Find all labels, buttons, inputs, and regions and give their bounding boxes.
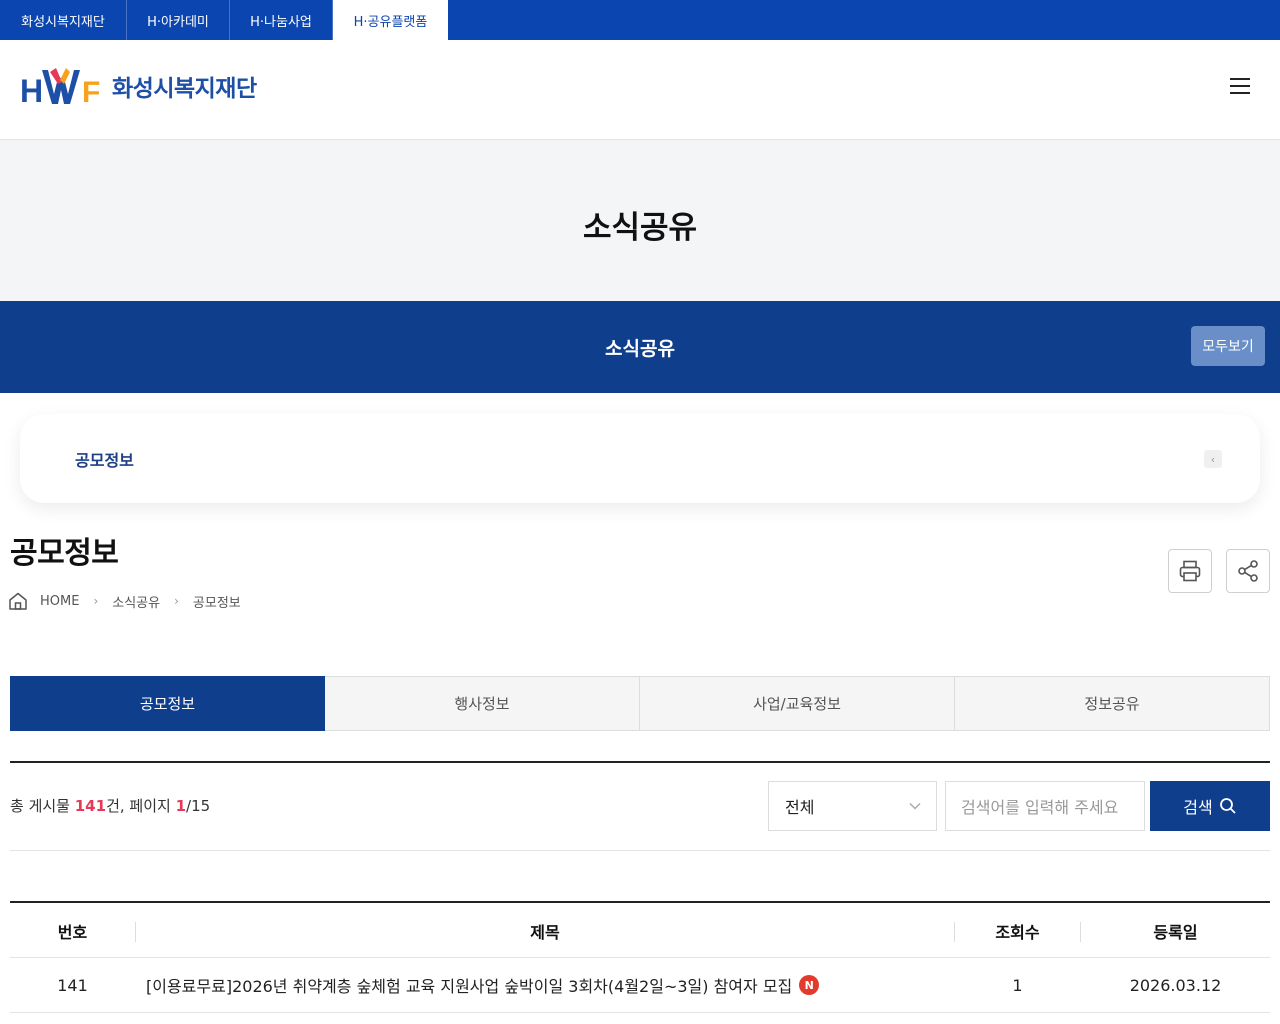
search-button[interactable]: 검색	[1150, 781, 1270, 831]
tab-event-info[interactable]: 행사정보	[325, 676, 640, 731]
post-count: 총 게시물 141건, 페이지 1/15	[10, 795, 210, 816]
svg-text:H: H	[20, 73, 43, 106]
print-icon	[1179, 560, 1201, 582]
site-logo[interactable]: H F 화성시복지재단	[20, 64, 257, 108]
column-header-views: 조회수	[995, 922, 1040, 942]
site-tab-foundation[interactable]: 화성시복지재단	[0, 0, 127, 40]
search-button-label: 검색	[1183, 798, 1213, 817]
total-count: 141	[74, 797, 107, 815]
total-pages: /15	[186, 797, 211, 815]
page-title: 공모정보	[10, 536, 119, 571]
table-header: 번호 제목 조회수 등록일	[10, 901, 1270, 958]
board-toolbar-divider	[10, 850, 1270, 851]
count-prefix: 총 게시물	[10, 797, 75, 815]
row-views: 1	[1012, 975, 1023, 995]
tab-contest-info[interactable]: 공모정보	[10, 676, 325, 731]
logo-mark: H F	[20, 68, 100, 106]
sub-navigation-title: 소식공유	[605, 338, 675, 360]
tab-project-education-info[interactable]: 사업/교육정보	[640, 676, 955, 731]
print-button[interactable]	[1168, 549, 1212, 593]
count-mid: 건, 페이지	[106, 797, 176, 815]
share-icon	[1238, 560, 1258, 582]
row-title[interactable]: [이용료무료]2026년 취약계층 숲체험 교육 지원사업 숲박이일 3회차(4…	[146, 958, 954, 1012]
table-row[interactable]: 141 [이용료무료]2026년 취약계층 숲체험 교육 지원사업 숲박이일 3…	[10, 958, 1270, 1013]
sub-navigation-bar: 소식공유 모두보기	[0, 301, 1280, 393]
tab-info-sharing[interactable]: 정보공유	[955, 676, 1270, 731]
breadcrumb-level1[interactable]: 소식공유	[112, 592, 160, 611]
breadcrumb: HOME › 소식공유 › 공모정보	[8, 591, 249, 611]
site-tab-sharing[interactable]: H·나눔사업	[230, 0, 333, 40]
section-visual: 소식공유	[0, 140, 1280, 301]
row-title-text[interactable]: [이용료무료]2026년 취약계층 숲체험 교육 지원사업 숲박이일 3회차(4…	[146, 973, 792, 997]
hamburger-menu-icon[interactable]	[1230, 78, 1252, 98]
chevron-left-icon[interactable]: ‹	[1204, 450, 1222, 468]
search-input[interactable]: 검색어를 입력해 주세요	[945, 781, 1145, 831]
site-tab-platform[interactable]: H·공유플랫폼	[333, 0, 448, 40]
submenu-current-item[interactable]: 공모정보	[75, 447, 134, 471]
share-button[interactable]	[1226, 549, 1270, 593]
board-top-divider	[10, 761, 1270, 763]
svg-text:F: F	[82, 76, 100, 106]
search-category-select[interactable]: 전체	[768, 781, 937, 831]
view-all-button[interactable]: 모두보기	[1191, 326, 1265, 366]
row-number: 141	[57, 975, 88, 995]
section-title: 소식공유	[582, 210, 698, 246]
site-header: H F 화성시복지재단	[0, 40, 1280, 140]
site-tabs-bar: 화성시복지재단 H·아카데미 H·나눔사업 H·공유플랫폼	[0, 0, 1280, 40]
category-tabs: 공모정보 행사정보 사업/교육정보 정보공유	[10, 676, 1270, 731]
chevron-right-icon: ›	[93, 594, 99, 608]
row-date: 2026.03.12	[1129, 975, 1222, 995]
chevron-down-icon	[908, 799, 922, 816]
select-value: 전체	[785, 798, 815, 817]
site-tab-academy[interactable]: H·아카데미	[127, 0, 230, 40]
submenu-card: 공모정보 ‹	[20, 414, 1260, 503]
breadcrumb-level2[interactable]: 공모정보	[193, 592, 241, 611]
column-header-number: 번호	[57, 922, 88, 942]
breadcrumb-home[interactable]: HOME	[40, 594, 79, 609]
column-header-date: 등록일	[1153, 922, 1198, 942]
chevron-right-icon: ›	[174, 594, 179, 608]
logo-text: 화성시복지재단	[112, 76, 257, 102]
search-icon	[1219, 798, 1236, 814]
home-icon[interactable]	[8, 592, 28, 610]
column-header-title: 제목	[530, 922, 560, 942]
new-badge: N	[799, 975, 820, 995]
current-page: 1	[175, 797, 187, 815]
